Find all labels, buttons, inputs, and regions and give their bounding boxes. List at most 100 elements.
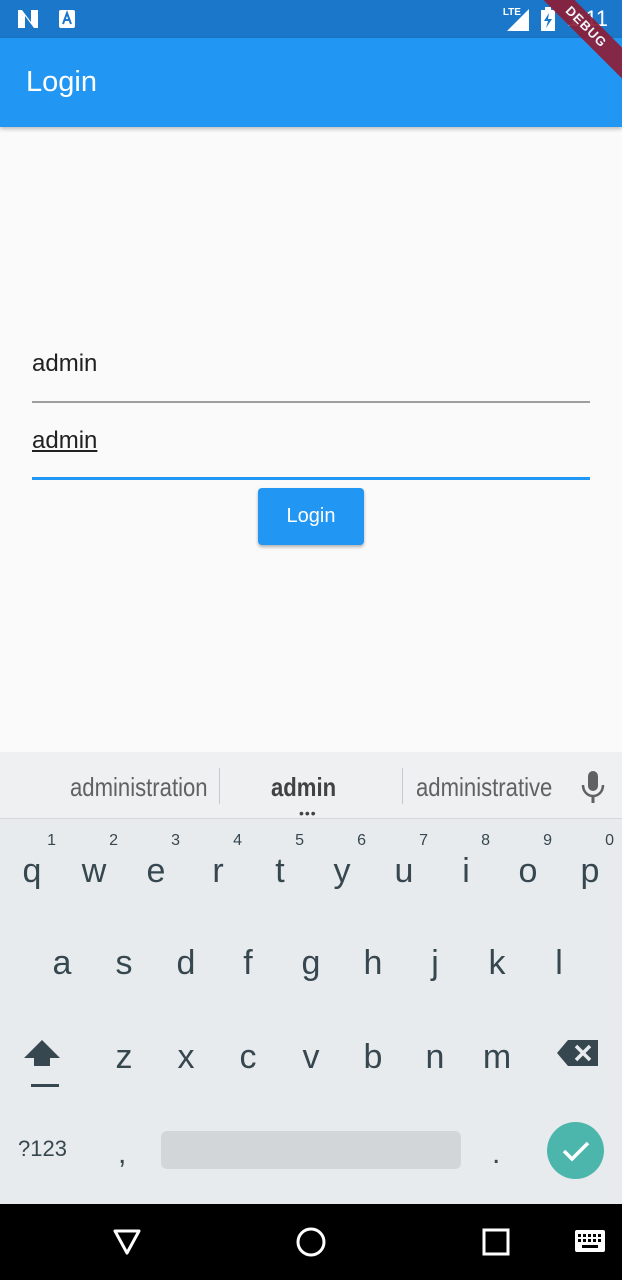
key-m[interactable]: m	[467, 1018, 527, 1098]
username-value: admin	[32, 350, 98, 377]
debug-banner-container: DEBUG	[532, 0, 622, 90]
username-field[interactable]: admin	[32, 345, 590, 405]
lte-signal-icon: LTE	[503, 7, 529, 31]
key-char: c	[239, 1038, 257, 1076]
key-char: o	[518, 852, 538, 890]
key-char: g	[301, 944, 321, 982]
key-char: s	[115, 944, 133, 982]
suggestion-divider	[219, 768, 220, 804]
comma-key[interactable]: ,	[118, 1137, 126, 1171]
key-hint: 7	[419, 832, 428, 849]
key-char: x	[177, 1038, 195, 1076]
checkmark-icon	[562, 1141, 589, 1161]
enter-key[interactable]	[547, 1122, 604, 1179]
suggestion-divider	[402, 768, 403, 804]
key-p[interactable]: 0p	[560, 830, 620, 910]
key-y[interactable]: 6y	[312, 830, 372, 910]
key-char: a	[52, 944, 72, 982]
key-char: r	[212, 852, 224, 890]
key-char: h	[363, 944, 383, 982]
suggestion-right[interactable]: administrative	[416, 772, 552, 803]
back-icon[interactable]	[112, 1228, 142, 1256]
a-notification-icon	[59, 10, 75, 28]
app-bar: Login	[0, 38, 622, 127]
key-o[interactable]: 9o	[498, 830, 558, 910]
password-value: admin	[32, 427, 98, 454]
debug-banner: DEBUG	[532, 0, 622, 85]
key-d[interactable]: d	[156, 924, 216, 1004]
key-j[interactable]: j	[405, 924, 465, 1004]
key-i[interactable]: 8i	[436, 830, 496, 910]
key-hint: 8	[481, 832, 490, 849]
key-char: t	[275, 852, 285, 890]
key-char: f	[243, 944, 253, 982]
key-char: p	[580, 852, 600, 890]
key-k[interactable]: k	[467, 924, 527, 1004]
key-f[interactable]: f	[218, 924, 278, 1004]
key-hint: 2	[109, 832, 118, 849]
shift-icon[interactable]	[20, 1038, 64, 1068]
key-hint: 5	[295, 832, 304, 849]
key-char: b	[363, 1038, 383, 1076]
key-hint: 3	[171, 832, 180, 849]
status-bar: LTE 1:11	[0, 0, 622, 38]
key-l[interactable]: l	[529, 924, 589, 1004]
recents-icon[interactable]	[482, 1228, 510, 1256]
key-w[interactable]: 2w	[64, 830, 124, 910]
key-z[interactable]: z	[94, 1018, 154, 1098]
key-char: q	[22, 852, 42, 890]
key-r[interactable]: 4r	[188, 830, 248, 910]
home-icon[interactable]	[295, 1226, 327, 1258]
key-s[interactable]: s	[94, 924, 154, 1004]
key-char: m	[482, 1038, 512, 1076]
password-underline	[32, 477, 590, 480]
key-n[interactable]: n	[405, 1018, 465, 1098]
login-button[interactable]: Login	[258, 488, 364, 545]
key-char: i	[462, 852, 470, 890]
key-char: u	[394, 852, 414, 890]
key-t[interactable]: 5t	[250, 830, 310, 910]
mic-icon[interactable]	[580, 770, 606, 804]
suggestion-center[interactable]: admin	[271, 772, 336, 803]
key-char: w	[81, 852, 107, 890]
key-a[interactable]: a	[32, 924, 92, 1004]
suggestion-strip: administration admin ••• administrative	[0, 752, 622, 820]
key-u[interactable]: 7u	[374, 830, 434, 910]
shift-indicator	[31, 1084, 59, 1087]
soft-keyboard: administration admin ••• administrative …	[0, 752, 622, 1204]
symbols-key[interactable]: ?123	[18, 1136, 67, 1162]
key-char: n	[425, 1038, 445, 1076]
suggestion-left[interactable]: administration	[70, 772, 208, 803]
key-h[interactable]: h	[343, 924, 403, 1004]
key-char: k	[488, 944, 506, 982]
key-hint: 4	[233, 832, 242, 849]
password-field[interactable]: admin	[32, 422, 590, 482]
key-char: j	[431, 944, 439, 982]
key-hint: 1	[47, 832, 56, 849]
key-char: y	[333, 852, 351, 890]
key-char: d	[176, 944, 196, 982]
key-hint: 6	[357, 832, 366, 849]
key-g[interactable]: g	[281, 924, 341, 1004]
more-suggestions-indicator[interactable]: •••	[299, 806, 317, 820]
navigation-bar	[0, 1204, 622, 1280]
n-notification-icon	[18, 10, 38, 28]
username-underline	[32, 401, 590, 403]
key-e[interactable]: 3e	[126, 830, 186, 910]
key-hint: 9	[543, 832, 552, 849]
key-char: v	[302, 1038, 320, 1076]
key-hint: 0	[605, 832, 614, 849]
page-title: Login	[26, 66, 97, 98]
key-q[interactable]: 1q	[2, 830, 62, 910]
space-bar[interactable]	[161, 1131, 461, 1169]
key-char: l	[555, 944, 563, 982]
backspace-icon[interactable]	[556, 1038, 600, 1068]
period-key[interactable]: .	[492, 1137, 500, 1171]
key-char: e	[146, 852, 166, 890]
key-c[interactable]: c	[218, 1018, 278, 1098]
key-b[interactable]: b	[343, 1018, 403, 1098]
key-v[interactable]: v	[281, 1018, 341, 1098]
key-char: z	[115, 1038, 133, 1076]
keyboard-switch-icon[interactable]	[574, 1229, 606, 1253]
key-x[interactable]: x	[156, 1018, 216, 1098]
